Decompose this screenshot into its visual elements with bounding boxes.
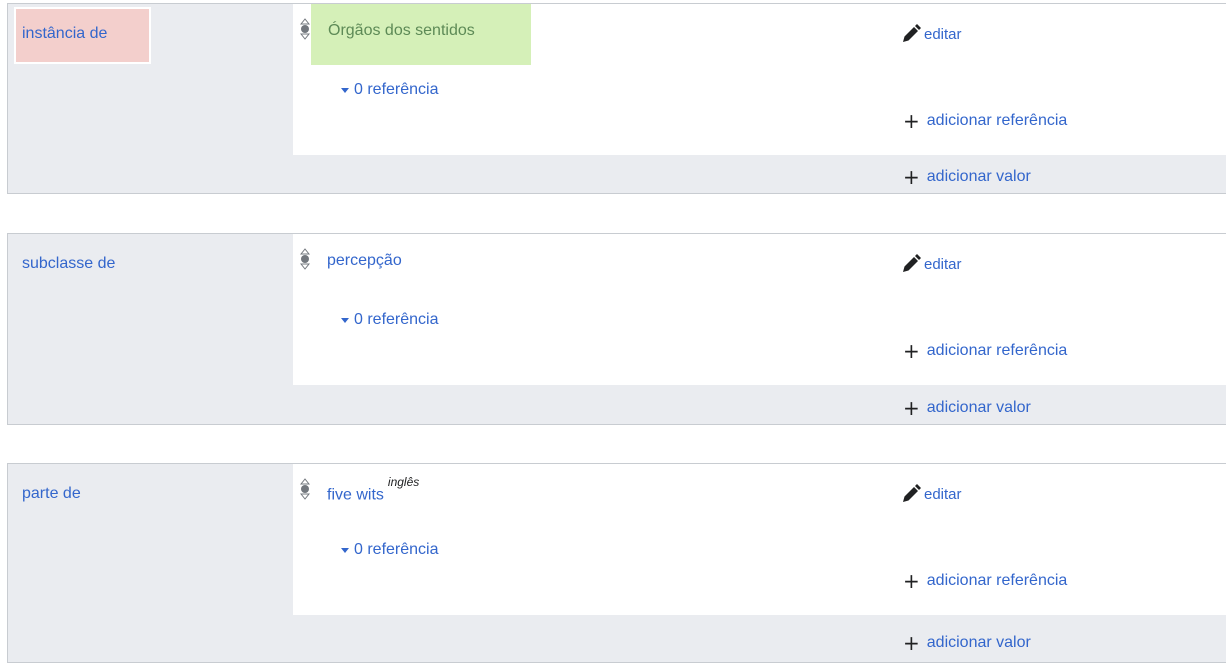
statement: percepção editar 0 referência + adiciona… — [293, 234, 1226, 385]
references-toggle[interactable]: 0 referência — [341, 81, 439, 99]
plus-icon: + — [903, 109, 920, 133]
property-link-subclass-of[interactable]: subclasse de — [22, 255, 115, 273]
rank-selector-icon[interactable] — [299, 18, 311, 40]
edit-label: editar — [924, 25, 962, 43]
references-label: 0 referência — [354, 81, 439, 98]
add-value-label: adicionar valor — [926, 168, 1031, 185]
add-value-label: adicionar valor — [926, 399, 1031, 416]
caret-down-icon — [341, 87, 349, 93]
statement: five witsinglês editar 0 referência + ad… — [293, 464, 1226, 615]
plus-icon: + — [903, 631, 920, 655]
references-label: 0 referência — [354, 311, 439, 328]
references-label: 0 referência — [354, 541, 439, 558]
add-reference-label: adicionar referência — [926, 342, 1068, 359]
add-reference-label: adicionar referência — [926, 112, 1068, 129]
statement-value[interactable]: percepção — [327, 252, 402, 270]
statement-value[interactable]: Órgãos dos sentidos — [311, 4, 531, 65]
add-reference-button[interactable]: + adicionar referência — [903, 339, 1068, 363]
value-link[interactable]: percepção — [327, 252, 402, 269]
pencil-icon — [903, 484, 921, 502]
add-value-button[interactable]: + adicionar valor — [903, 165, 1031, 189]
statement: Órgãos dos sentidos editar 0 referência … — [293, 4, 1226, 155]
statement-group-instance-of: instância de Órgãos dos sentidos editar … — [7, 3, 1226, 194]
statement-group-part-of: parte de five witsinglês editar 0 referê… — [7, 463, 1226, 663]
edit-button[interactable]: editar — [901, 24, 962, 44]
edit-label: editar — [924, 255, 962, 273]
value-link[interactable]: five wits — [327, 486, 384, 503]
property-label-box: instância de — [14, 7, 151, 64]
property-label-box: subclasse de — [8, 234, 292, 424]
pencil-icon — [903, 254, 921, 272]
add-reference-button[interactable]: + adicionar referência — [903, 109, 1068, 133]
edit-label: editar — [924, 485, 962, 503]
property-link-part-of[interactable]: parte de — [22, 485, 81, 503]
plus-icon: + — [903, 569, 920, 593]
add-value-button[interactable]: + adicionar valor — [903, 396, 1031, 420]
language-indicator: inglês — [387, 475, 420, 489]
caret-down-icon — [341, 547, 349, 553]
statement-value[interactable]: five witsinglês — [327, 475, 419, 504]
statement-group-subclass-of: subclasse de percepção editar 0 referênc… — [7, 233, 1226, 425]
plus-icon: + — [903, 339, 920, 363]
add-value-label: adicionar valor — [926, 634, 1031, 651]
plus-icon: + — [903, 396, 920, 420]
add-value-button[interactable]: + adicionar valor — [903, 631, 1031, 655]
references-toggle[interactable]: 0 referência — [341, 541, 439, 559]
edit-button[interactable]: editar — [901, 484, 962, 504]
caret-down-icon — [341, 317, 349, 323]
rank-selector-icon[interactable] — [299, 478, 311, 500]
property-label-box: parte de — [8, 464, 292, 662]
add-reference-button[interactable]: + adicionar referência — [903, 569, 1068, 593]
references-toggle[interactable]: 0 referência — [341, 311, 439, 329]
plus-icon: + — [903, 165, 920, 189]
pencil-icon — [903, 24, 921, 42]
value-link[interactable]: Órgãos dos sentidos — [328, 22, 475, 39]
property-link-instance-of[interactable]: instância de — [22, 25, 107, 43]
add-reference-label: adicionar referência — [926, 572, 1068, 589]
edit-button[interactable]: editar — [901, 254, 962, 274]
rank-selector-icon[interactable] — [299, 248, 311, 270]
